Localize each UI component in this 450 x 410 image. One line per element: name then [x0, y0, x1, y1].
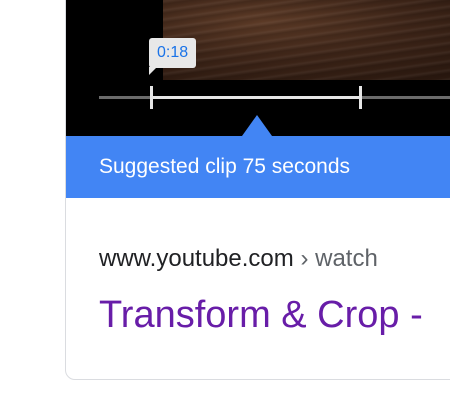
search-result-page: 0:18 Suggested clip 75 seconds www.youtu…	[0, 0, 450, 410]
result-domain: www.youtube.com	[99, 245, 294, 272]
video-result-card[interactable]: 0:18 Suggested clip 75 seconds www.youtu…	[65, 0, 450, 380]
time-label-pointer	[149, 67, 157, 75]
suggested-clip-banner: Suggested clip 75 seconds	[66, 136, 450, 198]
suggested-clip-range	[151, 96, 360, 99]
suggested-clip-text: Suggested clip 75 seconds	[99, 155, 351, 178]
clip-start-time-label: 0:18	[149, 38, 197, 68]
result-title-link[interactable]: Transform & Crop -	[99, 291, 423, 339]
result-path: watch	[315, 245, 378, 272]
banner-pointer-caret	[242, 115, 272, 136]
video-thumbnail[interactable]	[163, 0, 450, 80]
breadcrumb-separator: ›	[300, 245, 309, 272]
clip-end-marker	[359, 86, 362, 109]
clip-start-marker	[150, 86, 153, 109]
result-url-breadcrumb[interactable]: www.youtube.com › watch	[99, 243, 378, 275]
